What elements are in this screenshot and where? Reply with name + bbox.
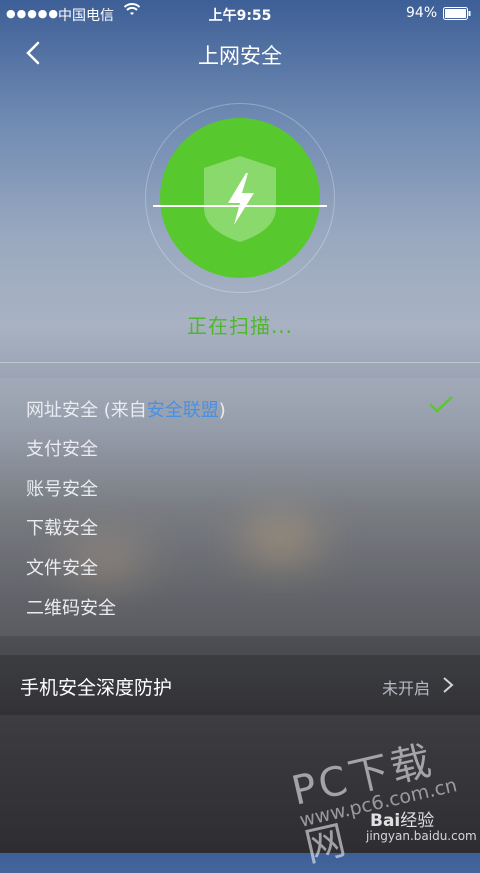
paw-icon: Bai — [370, 811, 401, 831]
list-item-url-security: 网址安全 (来自安全联盟) — [26, 396, 226, 422]
scan-circle — [160, 118, 320, 278]
chevron-right-icon — [443, 677, 454, 693]
shield-lightning-icon — [204, 156, 276, 242]
list-item-payment-security: 支付安全 — [26, 439, 98, 460]
deep-protection-label: 手机安全深度防护 — [20, 677, 173, 699]
list-item-label: 网址安全 (来自 — [26, 400, 147, 421]
divider — [0, 362, 480, 363]
battery-icon — [443, 7, 471, 24]
baidu-logo: Bai经验 — [370, 806, 434, 831]
page-title: 上网安全 — [198, 44, 282, 68]
status-bar: ●●●●● 中国电信 上午9:55 94% — [0, 0, 480, 28]
list-item-download-security: 下载安全 — [26, 518, 98, 539]
security-alliance-link[interactable]: 安全联盟 — [147, 400, 219, 421]
scan-status-text: 正在扫描... — [186, 314, 294, 338]
battery-percent: 94% — [406, 5, 438, 21]
deep-protection-status: 未开启 — [381, 679, 430, 698]
check-icon — [429, 396, 453, 413]
watermark-baidu-url: jingyan.baidu.com — [366, 829, 477, 843]
list-item-label-suffix: ) — [218, 400, 226, 421]
nav-bar: 上网安全 — [0, 28, 480, 80]
list-item-file-security: 文件安全 — [26, 558, 98, 579]
scan-line — [153, 205, 327, 207]
watermark-baidu: 经验 — [400, 811, 435, 831]
security-list: 网址安全 (来自安全联盟) 支付安全 账号安全 下载安全 文件安全 二维码安全 — [0, 378, 480, 636]
list-item-qrcode-security: 二维码安全 — [26, 598, 116, 619]
scan-indicator — [145, 103, 335, 293]
list-item-account-security: 账号安全 — [26, 479, 98, 500]
deep-protection-row[interactable]: 手机安全深度防护 未开启 — [0, 655, 480, 715]
